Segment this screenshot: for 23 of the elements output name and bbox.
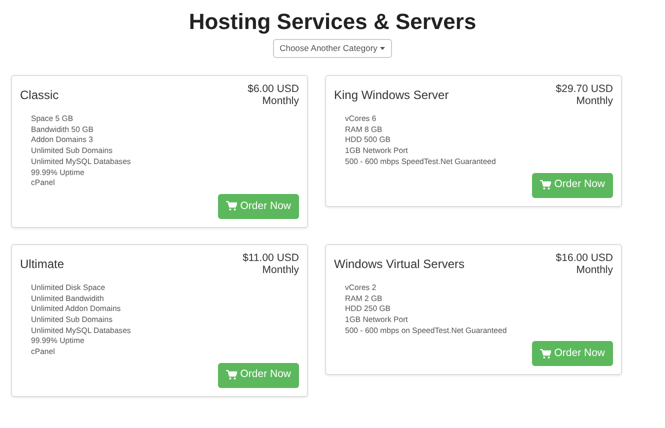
cart-icon [540, 348, 552, 359]
billing-cycle: Monthly [262, 264, 299, 276]
product-name: Ultimate [20, 256, 64, 273]
price: $11.00 USD [242, 252, 299, 264]
page-title: Hosting Services & Servers [188, 9, 476, 35]
billing-cycle: Monthly [576, 264, 613, 276]
caret-icon [380, 47, 386, 50]
order-button[interactable]: Order Now [218, 194, 299, 219]
price: $16.00 USD [556, 252, 613, 264]
price: $29.70 USD [556, 83, 613, 95]
category-dropdown[interactable]: Choose Another Category [272, 39, 392, 58]
price: $6.00 USD [248, 83, 299, 95]
product-name: Classic [20, 87, 59, 104]
billing-cycle: Monthly [262, 95, 299, 107]
cart-icon [540, 180, 552, 190]
product-name: King Windows Server [334, 87, 449, 104]
order-button[interactable]: Order Now [218, 362, 299, 388]
product-name: Windows Virtual Servers [334, 256, 464, 273]
billing-cycle: Monthly [576, 95, 613, 107]
cart-icon [226, 370, 238, 380]
cart-icon [226, 201, 238, 212]
order-button[interactable]: Order Now [532, 341, 613, 366]
order-button[interactable]: Order Now [532, 172, 613, 198]
